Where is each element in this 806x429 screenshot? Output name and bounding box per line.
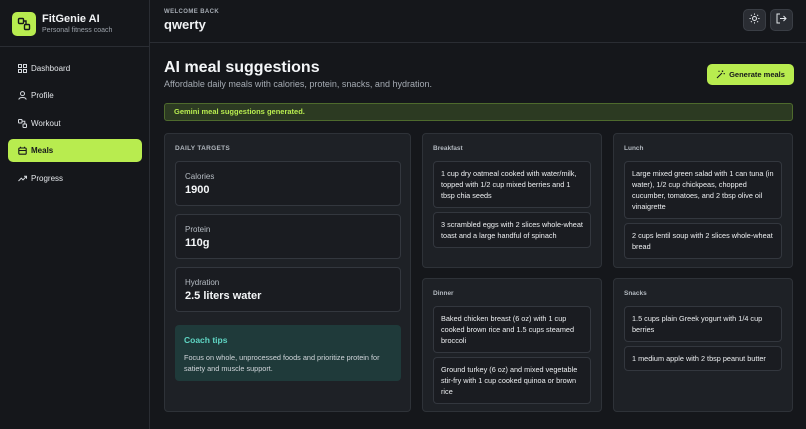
sidebar-nav: Dashboard Profile Workout Meals Progress	[8, 57, 142, 194]
daily-targets-card: DAILY TARGETS Calories 1900 Protein 110g…	[164, 133, 411, 412]
sidebar-item-meals[interactable]: Meals	[8, 139, 142, 163]
brand: FitGenie AI Personal fitness coach	[12, 12, 112, 36]
user-icon	[17, 91, 27, 101]
sidebar-item-label: Meals	[31, 146, 54, 156]
success-alert: Gemini meal suggestions generated.	[164, 103, 793, 121]
top-bar: WELCOME BACK qwerty	[150, 0, 806, 43]
meal-card-title: Breakfast	[433, 145, 463, 152]
coach-tips-title: Coach tips	[184, 335, 228, 345]
theme-toggle-button[interactable]	[743, 9, 766, 31]
grid-icon	[17, 64, 27, 74]
meal-item: 3 scrambled eggs with 2 slices whole-whe…	[433, 212, 591, 248]
stat-value: 1900	[185, 184, 210, 196]
meal-item: Large mixed green salad with 1 can tuna …	[624, 161, 782, 219]
meal-item: Ground turkey (6 oz) and mixed vegetable…	[433, 357, 591, 404]
meal-item: 1.5 cups plain Greek yogurt with 1/4 cup…	[624, 306, 782, 342]
sidebar-item-workout[interactable]: Workout	[8, 112, 142, 135]
workout-icon	[17, 118, 27, 128]
meal-item: 1 cup dry oatmeal cooked with water/milk…	[433, 161, 591, 208]
stat-value: 110g	[185, 237, 210, 249]
sidebar-item-label: Dashboard	[31, 64, 71, 73]
generate-meals-label: Generate meals	[729, 70, 785, 79]
stat-label: Hydration	[185, 278, 220, 287]
meal-card-title: Lunch	[624, 145, 644, 152]
sidebar-item-label: Progress	[31, 173, 64, 183]
logout-icon	[776, 11, 787, 29]
calories-stat: Calories 1900	[175, 161, 401, 206]
meal-card-title: Snacks	[624, 290, 647, 297]
meal-item: 2 cups lentil soup with 2 slices whole-w…	[624, 223, 782, 259]
magic-wand-icon	[716, 70, 725, 79]
meal-icon	[17, 146, 27, 156]
welcome-label: WELCOME BACK	[164, 9, 220, 15]
sidebar-item-profile[interactable]: Profile	[8, 84, 142, 107]
trend-icon	[17, 173, 27, 183]
page-subtitle: Affordable daily meals with calories, pr…	[164, 79, 432, 89]
logo-icon	[12, 12, 36, 36]
dinner-card: Dinner Baked chicken breast (6 oz) with …	[422, 278, 602, 412]
coach-tips: Coach tips Focus on whole, unprocessed f…	[175, 325, 401, 381]
meal-item: Baked chicken breast (6 oz) with 1 cup c…	[433, 306, 591, 353]
sidebar-item-dashboard[interactable]: Dashboard	[8, 57, 142, 80]
page-title: AI meal suggestions	[164, 59, 320, 76]
stat-value: 2.5 liters water	[185, 290, 262, 302]
hydration-stat: Hydration 2.5 liters water	[175, 267, 401, 312]
meal-item: 1 medium apple with 2 tbsp peanut butter	[624, 346, 782, 371]
snacks-card: Snacks 1.5 cups plain Greek yogurt with …	[613, 278, 793, 412]
sidebar: FitGenie AI Personal fitness coach Dashb…	[0, 0, 150, 429]
stat-label: Protein	[185, 225, 211, 234]
divider	[0, 46, 149, 47]
card-label: DAILY TARGETS	[175, 145, 231, 152]
sidebar-item-label: Workout	[31, 118, 61, 128]
stat-label: Calories	[185, 172, 215, 181]
generate-meals-button[interactable]: Generate meals	[707, 64, 794, 85]
username: qwerty	[164, 17, 206, 32]
logout-button[interactable]	[770, 9, 793, 31]
coach-tips-text: Focus on whole, unprocessed foods and pr…	[184, 353, 380, 373]
lunch-card: Lunch Large mixed green salad with 1 can…	[613, 133, 793, 268]
sidebar-item-label: Profile	[31, 91, 54, 101]
protein-stat: Protein 110g	[175, 214, 401, 259]
sun-icon	[749, 11, 760, 29]
meal-card-title: Dinner	[433, 290, 454, 297]
sidebar-item-progress[interactable]: Progress	[8, 167, 142, 190]
app-name: FitGenie AI	[42, 12, 100, 25]
breakfast-card: Breakfast 1 cup dry oatmeal cooked with …	[422, 133, 602, 268]
app-tagline: Personal fitness coach	[42, 26, 113, 34]
